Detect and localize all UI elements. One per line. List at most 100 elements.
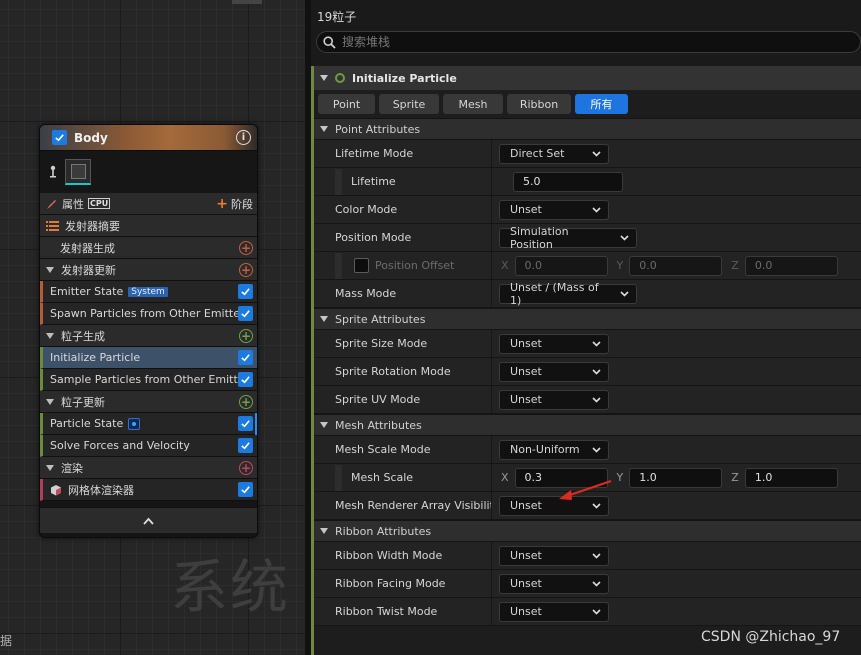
- module-enabled-checkbox[interactable]: [238, 438, 253, 453]
- expand-arrow-icon[interactable]: [46, 332, 54, 339]
- expand-arrow-icon[interactable]: [320, 126, 328, 132]
- position-offset-checkbox[interactable]: [354, 258, 369, 273]
- node-graph-canvas[interactable]: Body i 属性 CPU + 阶段 发射器摘要 发射器生成 + 发射器更新 +…: [0, 0, 305, 655]
- renderer-mesh[interactable]: 网格体渲染器: [40, 479, 257, 501]
- brush-icon: [47, 199, 56, 209]
- expand-arrow-icon[interactable]: [320, 316, 328, 322]
- module-enabled-checkbox[interactable]: [238, 372, 253, 387]
- indent-bar: [335, 253, 342, 279]
- graph-top-fragment: [232, 0, 262, 4]
- property-label: Sprite UV Mode: [314, 386, 492, 413]
- ribbon-width-mode-dropdown[interactable]: Unset: [499, 545, 609, 566]
- ribbon-attributes-section[interactable]: Ribbon Attributes: [314, 520, 861, 542]
- ribbon-twist-mode-dropdown[interactable]: Unset: [499, 601, 609, 622]
- sprite-attributes-section[interactable]: Sprite Attributes: [314, 308, 861, 330]
- module-sample-from-other[interactable]: Sample Particles from Other Emitter: [40, 369, 257, 391]
- tab-sprite[interactable]: Sprite: [379, 94, 439, 114]
- sprite-uv-mode-dropdown[interactable]: Unset: [499, 389, 609, 410]
- indent-bar: [335, 169, 342, 195]
- position-offset-y-input[interactable]: 0.0: [629, 255, 723, 276]
- property-label: Mesh Renderer Array Visibility: [314, 492, 492, 519]
- property-label: Ribbon Facing Mode: [314, 570, 492, 597]
- info-icon[interactable]: i: [236, 130, 251, 145]
- add-renderer-icon[interactable]: +: [239, 460, 253, 475]
- tab-ribbon[interactable]: Ribbon: [507, 94, 571, 114]
- dropdown-value: Unset / (Mass of 1): [510, 280, 599, 307]
- mesh-scale-y-input[interactable]: 1.0: [629, 467, 723, 488]
- mass-mode-dropdown[interactable]: Unset / (Mass of 1): [499, 280, 637, 307]
- mesh-scale-vector: X 0.3 Y 1.0 Z 1.0: [492, 467, 838, 488]
- tab-all[interactable]: 所有: [575, 94, 628, 114]
- chevron-up-icon: [143, 517, 154, 525]
- module-title: Initialize Particle: [352, 71, 457, 85]
- lifetime-input[interactable]: 5.0: [513, 171, 623, 192]
- add-module-icon[interactable]: +: [239, 394, 253, 409]
- module-emitter-state[interactable]: Emitter State System: [40, 281, 257, 303]
- emitter-update-label: 发射器更新: [61, 263, 116, 277]
- add-module-icon[interactable]: +: [239, 262, 253, 277]
- mesh-attributes-section[interactable]: Mesh Attributes: [314, 414, 861, 436]
- module-solve-forces[interactable]: Solve Forces and Velocity: [40, 435, 257, 457]
- expand-arrow-icon[interactable]: [320, 422, 328, 428]
- search-input[interactable]: [342, 35, 742, 49]
- mesh-scale-z-input[interactable]: 1.0: [744, 467, 838, 488]
- color-mode-dropdown[interactable]: Unset: [499, 199, 609, 220]
- property-label: Position Mode: [314, 224, 492, 251]
- collapse-node-button[interactable]: [40, 507, 257, 533]
- emitter-spawn-row[interactable]: 发射器生成 +: [40, 237, 257, 259]
- properties-label: 属性: [62, 197, 84, 211]
- render-label: 渲染: [61, 461, 83, 475]
- initialize-particle-module: Initialize Particle Point Sprite Mesh Ri…: [311, 66, 861, 655]
- emitter-node[interactable]: Body i 属性 CPU + 阶段 发射器摘要 发射器生成 + 发射器更新 +…: [39, 124, 258, 538]
- module-initialize-particle[interactable]: Initialize Particle: [40, 347, 257, 369]
- expand-arrow-icon[interactable]: [320, 528, 328, 534]
- add-module-icon[interactable]: +: [239, 240, 253, 255]
- render-row[interactable]: 渲染 +: [40, 457, 257, 479]
- module-header[interactable]: Initialize Particle: [314, 66, 861, 90]
- expand-arrow-icon[interactable]: [46, 464, 54, 471]
- collapse-arrow-icon[interactable]: [320, 75, 328, 81]
- annotation-arrow-icon: [559, 479, 612, 500]
- chevron-down-icon: [592, 396, 601, 403]
- emitter-thumbnail[interactable]: [65, 159, 91, 185]
- emitter-thumbnail-row: [40, 151, 257, 193]
- module-spawn-from-other[interactable]: Spawn Particles from Other Emitter: [40, 303, 257, 325]
- renderer-enabled-checkbox[interactable]: [238, 482, 253, 497]
- sprite-rotation-mode-row: Sprite Rotation Mode Unset: [314, 358, 861, 386]
- dropdown-value: Unset: [510, 337, 542, 350]
- position-offset-x-input[interactable]: 0.0: [514, 255, 608, 276]
- axis-label-z: Z: [731, 471, 739, 484]
- emitter-enabled-checkbox[interactable]: [52, 130, 67, 145]
- module-enabled-checkbox[interactable]: [238, 284, 253, 299]
- add-stage-button[interactable]: + 阶段: [216, 196, 253, 212]
- module-particle-state[interactable]: Particle State: [40, 413, 257, 435]
- tab-mesh[interactable]: Mesh: [443, 94, 503, 114]
- mesh-renderer-icon: [51, 484, 61, 495]
- pin-icon[interactable]: [47, 164, 59, 180]
- emitter-summary-row[interactable]: 发射器摘要: [40, 215, 257, 237]
- emitter-node-header[interactable]: Body i: [40, 125, 257, 151]
- color-mode-row: Color Mode Unset: [314, 196, 861, 224]
- lifetime-mode-dropdown[interactable]: Direct Set: [499, 143, 609, 164]
- stack-search-box[interactable]: [316, 31, 861, 53]
- ribbon-facing-mode-dropdown[interactable]: Unset: [499, 573, 609, 594]
- sprite-size-mode-dropdown[interactable]: Unset: [499, 333, 609, 354]
- particle-update-row[interactable]: 粒子更新 +: [40, 391, 257, 413]
- position-mode-dropdown[interactable]: Simulation Position: [499, 225, 637, 251]
- mesh-scale-mode-row: Mesh Scale Mode Non-Uniform: [314, 436, 861, 464]
- emitter-update-row[interactable]: 发射器更新 +: [40, 259, 257, 281]
- point-attributes-section[interactable]: Point Attributes: [314, 118, 861, 140]
- particle-spawn-row[interactable]: 粒子生成 +: [40, 325, 257, 347]
- expand-arrow-icon[interactable]: [46, 398, 54, 405]
- module-enabled-checkbox[interactable]: [238, 416, 253, 431]
- properties-row[interactable]: 属性 CPU + 阶段: [40, 193, 257, 215]
- tab-point[interactable]: Point: [318, 94, 375, 114]
- module-enabled-checkbox[interactable]: [238, 306, 253, 321]
- add-module-icon[interactable]: +: [239, 328, 253, 343]
- module-enabled-checkbox[interactable]: [238, 350, 253, 365]
- expand-arrow-icon[interactable]: [46, 266, 54, 273]
- axis-label-z: Z: [731, 259, 739, 272]
- position-offset-z-input[interactable]: 0.0: [744, 255, 838, 276]
- mesh-scale-mode-dropdown[interactable]: Non-Uniform: [499, 439, 609, 460]
- sprite-rotation-mode-dropdown[interactable]: Unset: [499, 361, 609, 382]
